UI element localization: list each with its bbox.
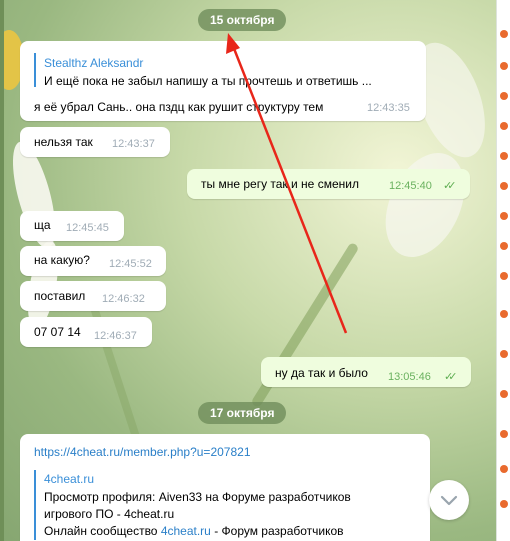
status-dot [500, 122, 508, 130]
status-dot [500, 212, 508, 220]
status-dot [500, 152, 508, 160]
status-dot [500, 30, 508, 38]
annotation-arrow [226, 33, 348, 334]
status-dot [500, 500, 508, 508]
status-dot [500, 272, 508, 280]
status-dot [500, 350, 508, 358]
status-dot [500, 430, 508, 438]
status-dot [500, 242, 508, 250]
status-dot [500, 465, 508, 473]
status-dot [500, 390, 508, 398]
status-dot [500, 62, 508, 70]
status-dot [500, 92, 508, 100]
chat-window: 15 октября Stealthz Aleksandr И ещё пока… [0, 0, 510, 541]
status-dot [500, 182, 508, 190]
sidebar-strip [496, 0, 510, 541]
status-dot [500, 310, 508, 318]
